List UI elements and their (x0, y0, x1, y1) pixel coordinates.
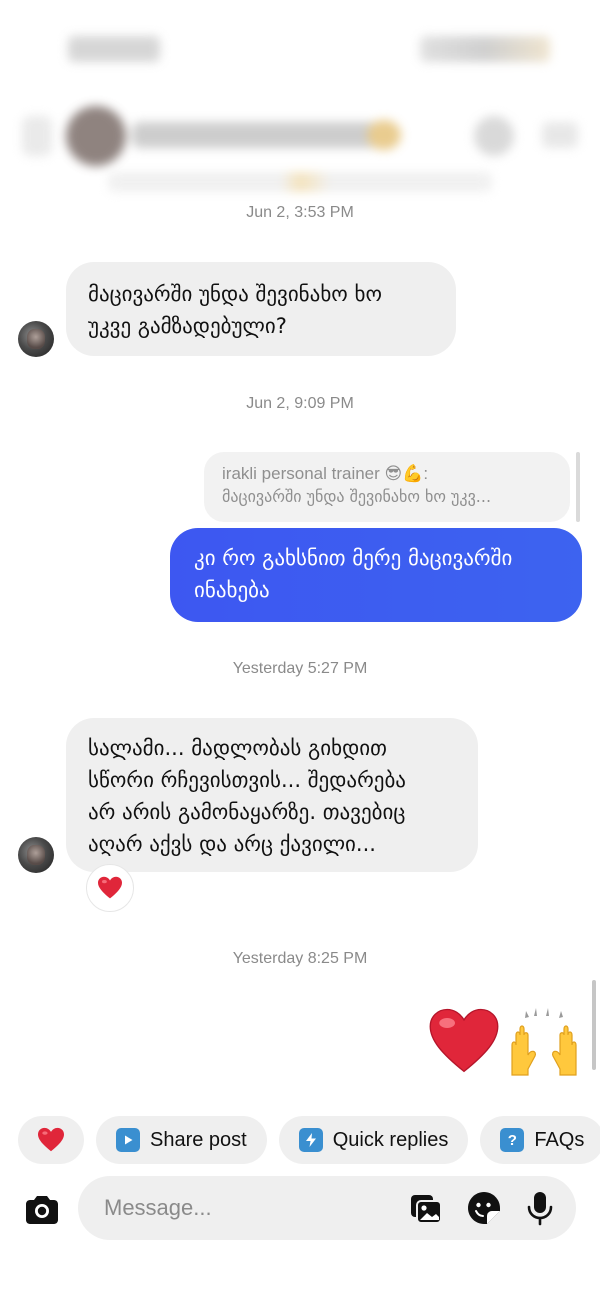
microphone-icon (527, 1192, 553, 1226)
message-line: მაცივარში უნდა შევინახო ხო (88, 282, 382, 306)
timestamp: Jun 2, 3:53 PM (246, 204, 354, 221)
blurred-banner (108, 172, 492, 192)
quick-replies-label: Quick replies (332, 1128, 449, 1151)
timestamp: Jun 2, 9:09 PM (246, 395, 354, 412)
emoji-message[interactable] (428, 1005, 582, 1077)
quick-heart-button[interactable] (18, 1116, 84, 1164)
message-line: კი რო გახსნით მერე მაცივარში (194, 546, 513, 570)
heart-emoji (429, 1008, 499, 1073)
blurred-status-right (420, 36, 550, 62)
share-post-label: Share post (150, 1128, 247, 1151)
avatar[interactable] (18, 321, 54, 357)
faqs-label: FAQs (534, 1128, 585, 1151)
message-input[interactable] (104, 1176, 394, 1240)
message-composer (0, 1176, 600, 1242)
blurred-status-left (68, 36, 160, 62)
timestamp: Yesterday 5:27 PM (232, 660, 368, 677)
reply-author: irakli personal trainer 😎💪: (222, 464, 429, 483)
microphone-button[interactable] (522, 1190, 558, 1226)
message-line: უკვე გამზადებული? (88, 314, 287, 338)
sticker-button[interactable] (466, 1190, 502, 1226)
heart-emoji (98, 876, 122, 899)
play-icon (116, 1128, 140, 1152)
gallery-button[interactable] (408, 1190, 444, 1226)
heart-reaction[interactable] (86, 864, 134, 912)
heart-emoji (38, 1127, 64, 1152)
message-line: აღარ აქვს და არც ქავილი... (88, 832, 376, 856)
quick-replies-button[interactable]: Quick replies (278, 1116, 469, 1164)
quick-actions: Share post Quick replies ? FAQs (18, 1116, 600, 1164)
gallery-icon (411, 1195, 442, 1224)
message-field (78, 1176, 576, 1240)
camera-icon (26, 1196, 58, 1224)
raising-hands-emoji (511, 1008, 577, 1076)
message-line: სალამი... მადლობას გიხდით (88, 736, 387, 760)
sticker-icon (468, 1192, 500, 1224)
outgoing-message[interactable]: კი რო გახსნით მერე მაცივარში ინახება (170, 528, 582, 622)
share-post-button[interactable]: Share post (96, 1116, 267, 1164)
avatar[interactable] (18, 837, 54, 873)
scrollbar[interactable] (592, 980, 596, 1070)
message-line: არ არის გამონაყარზე. თავებიც (88, 800, 406, 824)
message-line: ინახება (194, 578, 270, 602)
faqs-button[interactable]: ? FAQs (480, 1116, 600, 1164)
reply-indicator-bar (576, 452, 580, 522)
blurred-chat-header (22, 106, 578, 166)
question-icon: ? (500, 1128, 525, 1152)
reply-quoted-text: მაცივარში უნდა შევინახო ხო უკვ... (222, 487, 492, 506)
reply-preview[interactable]: irakli personal trainer 😎💪: მაცივარში უნ… (204, 452, 570, 522)
incoming-message[interactable]: სალამი... მადლობას გიხდით სწორი რჩევისთვ… (66, 718, 478, 872)
message-line: სწორი რჩევისთვის... შედარება (88, 768, 406, 792)
lightning-icon (298, 1128, 323, 1152)
timestamp: Yesterday 8:25 PM (232, 950, 368, 967)
camera-button[interactable] (22, 1190, 62, 1230)
incoming-message[interactable]: მაცივარში უნდა შევინახო ხო უკვე გამზადებ… (66, 262, 456, 356)
